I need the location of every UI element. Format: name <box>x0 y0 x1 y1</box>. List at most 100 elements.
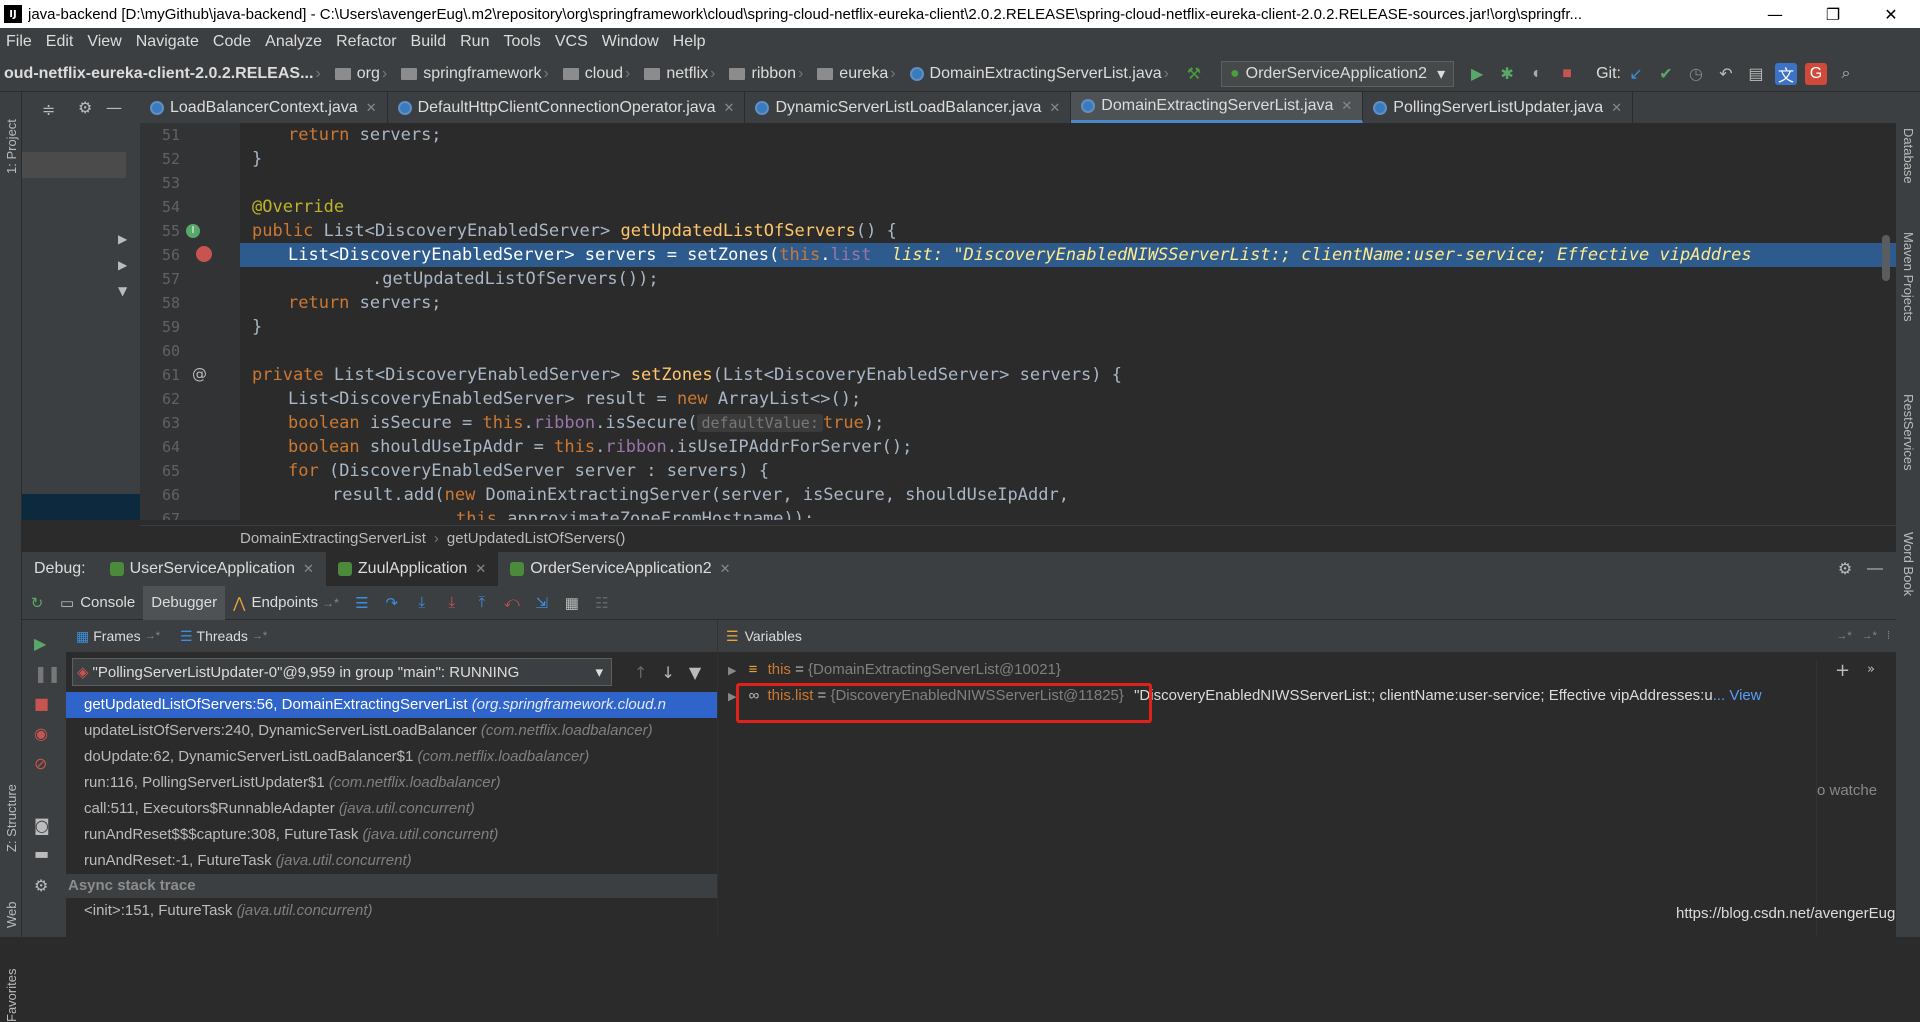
close-icon[interactable]: ✕ <box>366 100 377 116</box>
close-icon[interactable]: ✕ <box>724 100 735 116</box>
menu-lines-icon[interactable]: ☰ <box>351 592 373 614</box>
stop-icon[interactable]: ■ <box>1556 63 1578 85</box>
stack-frame[interactable]: getUpdatedListOfServers:56, DomainExtrac… <box>66 692 717 718</box>
console-tab[interactable]: ▭ Console <box>52 586 143 620</box>
stop-icon[interactable]: ■ <box>34 694 49 713</box>
camera-icon[interactable]: ◙ <box>34 816 50 835</box>
close-button[interactable]: ✕ <box>1862 0 1920 28</box>
nav-crumb-springframework[interactable]: springframework › <box>397 65 559 83</box>
breakpoint-icon[interactable] <box>196 246 212 262</box>
hide-panel-icon[interactable]: — <box>106 98 122 117</box>
vertical-scrollbar[interactable] <box>1882 235 1890 281</box>
project-tree-selected-row[interactable] <box>22 494 140 520</box>
thread-select[interactable]: ◈ "PollingServerListUpdater-0"@9,959 in … <box>72 658 612 686</box>
evaluate-expression-icon[interactable]: ▦ <box>561 592 583 614</box>
debug-session-tab-orderservice2[interactable]: OrderServiceApplication2 ✕ <box>498 552 742 586</box>
run-config-select[interactable]: ● OrderServiceApplication2 ▾ <box>1220 60 1455 87</box>
tab-loadbalancercontext[interactable]: LoadBalancerContext.java ✕ <box>140 92 388 123</box>
rest-services-tool-button[interactable]: RestServices <box>1901 394 1916 471</box>
view-breakpoints-icon[interactable]: ◉ <box>34 724 48 743</box>
pause-icon[interactable]: ❚❚ <box>34 664 61 683</box>
menu-tools[interactable]: Tools <box>497 33 548 51</box>
git-commit-icon[interactable]: ✔ <box>1655 63 1677 85</box>
resume-icon[interactable]: ▶ <box>34 634 46 653</box>
mute-breakpoints-icon[interactable]: ⊘ <box>34 754 47 773</box>
add-watch-icon[interactable]: + <box>1835 660 1850 681</box>
menu-edit[interactable]: Edit <box>40 33 82 51</box>
favorites-tool-button[interactable]: Favorites <box>4 969 19 1022</box>
variable-row-this[interactable]: ▶ ≡ this = {DomainExtractingServerList@1… <box>728 658 1061 682</box>
menu-help[interactable]: Help <box>667 33 714 51</box>
nav-crumb-jar[interactable]: oud-netflix-eureka-client-2.0.2.RELEAS..… <box>0 65 331 83</box>
force-step-into-icon[interactable]: ⤓ <box>441 592 463 614</box>
project-tree-row[interactable] <box>22 152 126 178</box>
tab-dynamicserverlistloadbalancer[interactable]: DynamicServerListLoadBalancer.java ✕ <box>745 92 1072 123</box>
tab-defaulthttpclientconnectionoperator[interactable]: DefaultHttpClientConnectionOperator.java… <box>388 92 746 123</box>
git-update-icon[interactable]: ↙ <box>1625 63 1647 85</box>
menu-code[interactable]: Code <box>207 33 259 51</box>
minimize-button[interactable]: — <box>1746 0 1804 28</box>
run-icon[interactable]: ▶ <box>1466 63 1488 85</box>
maven-tool-button[interactable]: Maven Projects <box>1901 232 1916 322</box>
expand-arrow-icon[interactable]: ▶ <box>118 232 127 246</box>
breadcrumb-method[interactable]: getUpdatedListOfServers() <box>447 530 625 547</box>
menu-file[interactable]: File <box>0 33 40 51</box>
settings-icon[interactable]: ⚙ <box>34 876 48 895</box>
stack-frame[interactable]: doUpdate:62, DynamicServerListLoadBalanc… <box>66 744 717 770</box>
menu-build[interactable]: Build <box>405 33 455 51</box>
expand-arrow-icon[interactable]: ▶ <box>118 258 127 272</box>
structure-tool-button[interactable]: Z: Structure <box>4 784 19 852</box>
database-tool-button[interactable]: Database <box>1901 128 1916 184</box>
nav-crumb-eureka[interactable]: eureka › <box>813 65 905 83</box>
build-hammer-icon[interactable]: ⚒ <box>1183 63 1205 85</box>
pin-icon[interactable]: →* <box>1836 630 1851 642</box>
close-icon[interactable]: ✕ <box>1049 100 1060 116</box>
minimize-panel-icon[interactable]: — <box>1864 558 1886 580</box>
step-over-icon[interactable]: ↷ <box>381 592 403 614</box>
view-link[interactable]: ... View <box>1713 687 1762 704</box>
menu-navigate[interactable]: Navigate <box>130 33 207 51</box>
tab-pollingserverlistupdater[interactable]: PollingServerListUpdater.java ✕ <box>1363 92 1634 123</box>
settings-icon[interactable]: ⁞ <box>1887 630 1890 642</box>
stack-frame[interactable]: <init>:151, FutureTask (java.util.concur… <box>66 898 717 924</box>
nav-crumb-file[interactable]: DomainExtractingServerList.java › <box>906 65 1179 83</box>
menu-analyze[interactable]: Analyze <box>259 33 330 51</box>
nav-crumb-org[interactable]: org › <box>331 65 397 83</box>
step-out-icon[interactable]: ⤒ <box>471 592 493 614</box>
close-icon[interactable]: ✕ <box>303 561 314 577</box>
tab-domainextractingserverlist[interactable]: DomainExtractingServerList.java ✕ <box>1071 92 1364 123</box>
rerun-icon[interactable]: ↻ <box>26 592 48 614</box>
gear-icon[interactable]: ⚙ <box>1834 558 1856 580</box>
arrow-down-icon[interactable]: ↓ <box>661 663 674 682</box>
nav-crumb-ribbon[interactable]: ribbon › <box>725 65 813 83</box>
step-into-icon[interactable]: ⤓ <box>411 592 433 614</box>
menu-view[interactable]: View <box>81 33 129 51</box>
drop-frame-icon[interactable]: ⤺ <box>501 592 523 614</box>
implements-icon[interactable]: I <box>186 224 200 238</box>
debug-session-tab-zuul[interactable]: ZuulApplication ✕ <box>325 552 499 586</box>
collapse-all-icon[interactable]: ≑ <box>42 100 55 119</box>
stack-frame[interactable]: runAndReset$$$capture:308, FutureTask (j… <box>66 822 717 848</box>
translate-icon[interactable]: 文 <box>1774 62 1797 85</box>
menu-window[interactable]: Window <box>596 33 667 51</box>
endpoints-tab[interactable]: ⋀ Endpoints →* <box>225 586 347 620</box>
override-marker-icon[interactable]: @ <box>192 365 207 383</box>
coverage-icon[interactable]: ◐ <box>1526 63 1548 85</box>
maximize-button[interactable]: ❐ <box>1804 0 1862 28</box>
filter-icon[interactable]: ▼ <box>689 663 701 682</box>
nav-crumb-netflix[interactable]: netflix › <box>640 65 725 83</box>
collapse-arrow-icon[interactable]: ▼ <box>118 284 127 298</box>
stack-frame[interactable]: run:116, PollingServerListUpdater$1 (com… <box>66 770 717 796</box>
close-icon[interactable]: ✕ <box>720 561 731 577</box>
more-icon[interactable]: » <box>1867 662 1875 677</box>
run-to-cursor-icon[interactable]: ⇲ <box>531 592 553 614</box>
close-icon[interactable]: ✕ <box>1341 98 1352 114</box>
close-icon[interactable]: ✕ <box>475 561 486 577</box>
expand-arrow-icon[interactable]: ▶ <box>728 665 736 677</box>
menu-run[interactable]: Run <box>454 33 497 51</box>
git-history-icon[interactable]: ◷ <box>1685 63 1707 85</box>
debugger-tab[interactable]: Debugger <box>143 585 226 620</box>
debug-icon[interactable]: ✱ <box>1496 63 1518 85</box>
frames-tab[interactable]: ▦ Frames →* <box>66 620 170 652</box>
project-tool-button[interactable]: 1: Project <box>4 119 19 174</box>
